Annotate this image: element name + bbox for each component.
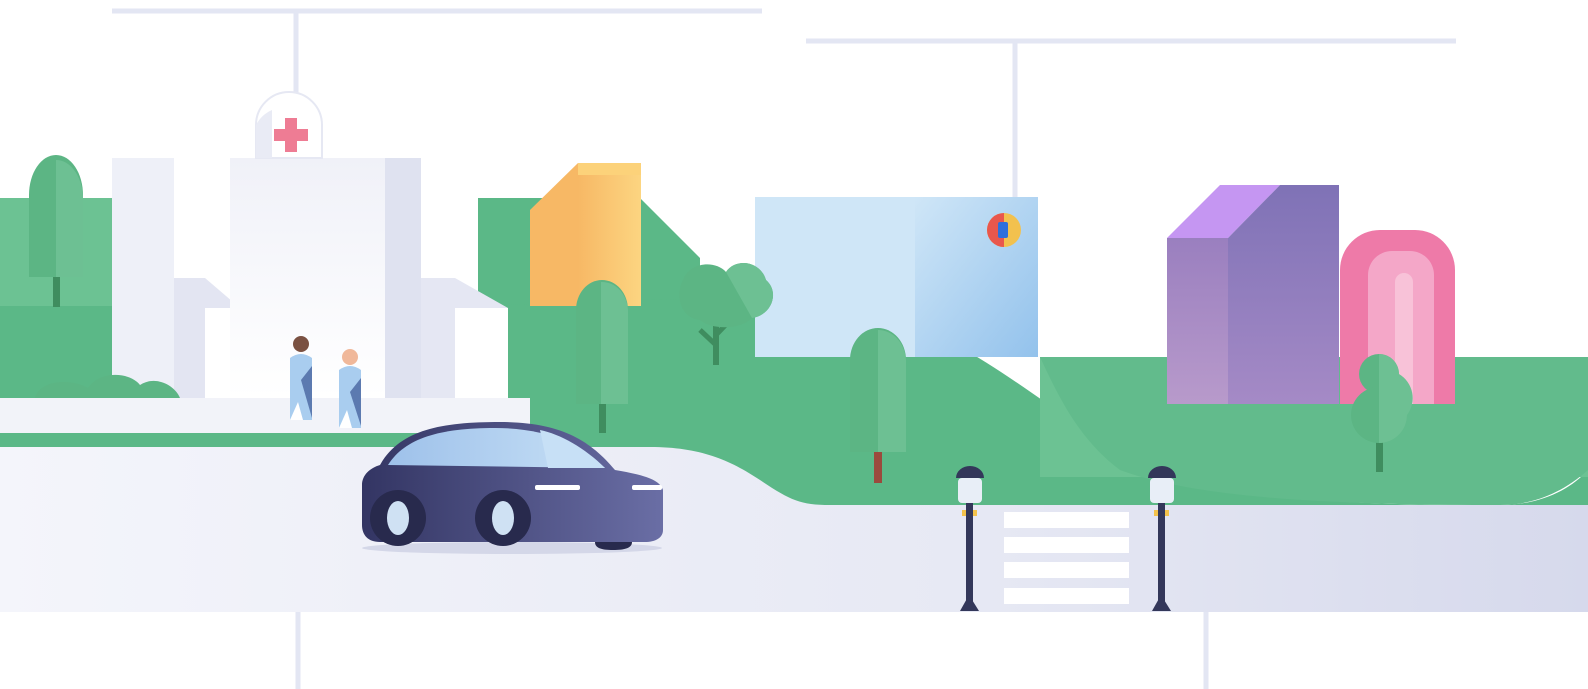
yellow-building [530,163,641,306]
logo-badge-icon [987,213,1021,247]
purple-building [1167,185,1339,404]
city-scene-illustration [0,8,1588,689]
blue-building [755,197,1038,357]
